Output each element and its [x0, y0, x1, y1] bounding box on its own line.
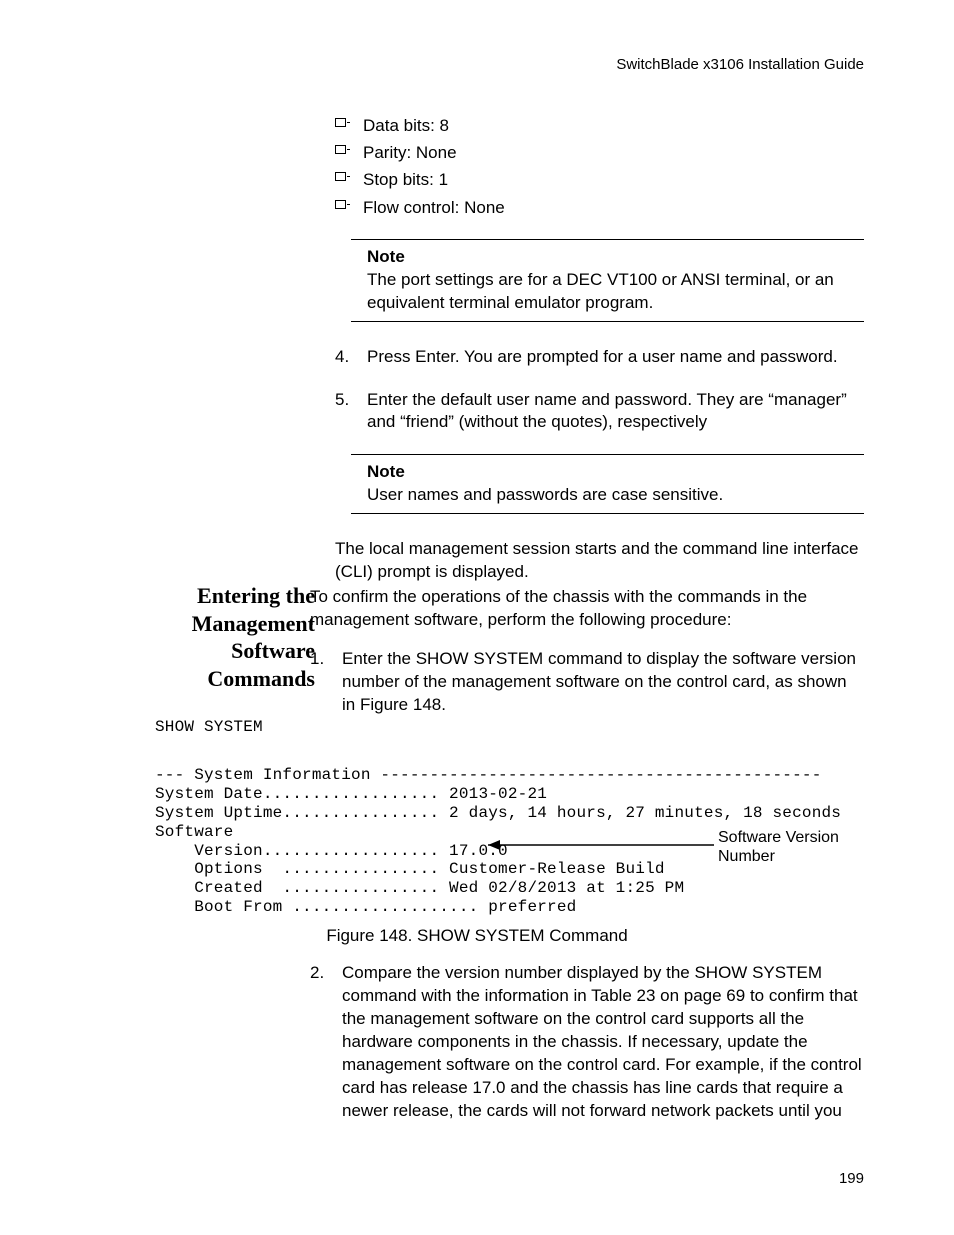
note-body: The port settings are for a DEC VT100 or…	[367, 269, 864, 315]
note-title: Note	[367, 246, 864, 269]
callout-label-software-version: Software Version Number	[718, 828, 878, 866]
page-number: 199	[839, 1170, 864, 1187]
command-input: SHOW SYSTEM	[155, 718, 864, 737]
step-text: Enter the SHOW SYSTEM command to display…	[342, 649, 856, 714]
section2-steps: Enter the SHOW SYSTEM command to display…	[310, 648, 864, 717]
bullet-icon	[335, 145, 346, 154]
list-item: Flow control: None	[335, 194, 864, 221]
note-body: User names and passwords are case sensit…	[367, 484, 864, 507]
step-5: Enter the default user name and password…	[335, 389, 864, 435]
step-text: Enter the default user name and password…	[367, 390, 847, 432]
serial-settings-list: Data bits: 8 Parity: None Stop bits: 1 F…	[335, 112, 864, 221]
list-item: Parity: None	[335, 139, 864, 166]
bullet-icon	[335, 172, 346, 181]
list-item-text: Data bits: 8	[363, 116, 449, 135]
list-item: Stop bits: 1	[335, 166, 864, 193]
bullet-icon	[335, 118, 346, 127]
list-item: Data bits: 8	[335, 112, 864, 139]
list-item-text: Stop bits: 1	[363, 170, 448, 189]
step-text: Compare the version number displayed by …	[342, 963, 862, 1120]
step-text: Press Enter. You are prompted for a user…	[367, 347, 838, 366]
note-title: Note	[367, 461, 864, 484]
section2-steps-continued: Compare the version number displayed by …	[310, 962, 864, 1143]
header-guide-title: SwitchBlade x3106 Installation Guide	[616, 56, 864, 73]
main-content: Data bits: 8 Parity: None Stop bits: 1 F…	[335, 112, 864, 604]
section2-step-2: Compare the version number displayed by …	[310, 962, 864, 1123]
note-case-sensitive: Note User names and passwords are case s…	[351, 454, 864, 514]
section2-step-1: Enter the SHOW SYSTEM command to display…	[310, 648, 864, 717]
figure-caption: Figure 148. SHOW SYSTEM Command	[0, 926, 954, 946]
procedure-steps-continued: Press Enter. You are prompted for a user…	[335, 346, 864, 435]
list-item-text: Flow control: None	[363, 198, 505, 217]
section2-body: To confirm the operations of the chassis…	[310, 586, 864, 737]
cli-prompt-paragraph: The local management session starts and …	[335, 538, 864, 584]
section2-step-list-2: Compare the version number displayed by …	[310, 962, 864, 1123]
bullet-icon	[335, 200, 346, 209]
section2-intro-text: To confirm the operations of the chassis…	[310, 586, 864, 632]
section-heading-entering-commands: Entering the Management Software Command…	[150, 582, 315, 692]
note-port-settings: Note The port settings are for a DEC VT1…	[351, 239, 864, 322]
step-4: Press Enter. You are prompted for a user…	[335, 346, 864, 369]
callout-arrow-icon	[472, 838, 724, 852]
list-item-text: Parity: None	[363, 143, 457, 162]
